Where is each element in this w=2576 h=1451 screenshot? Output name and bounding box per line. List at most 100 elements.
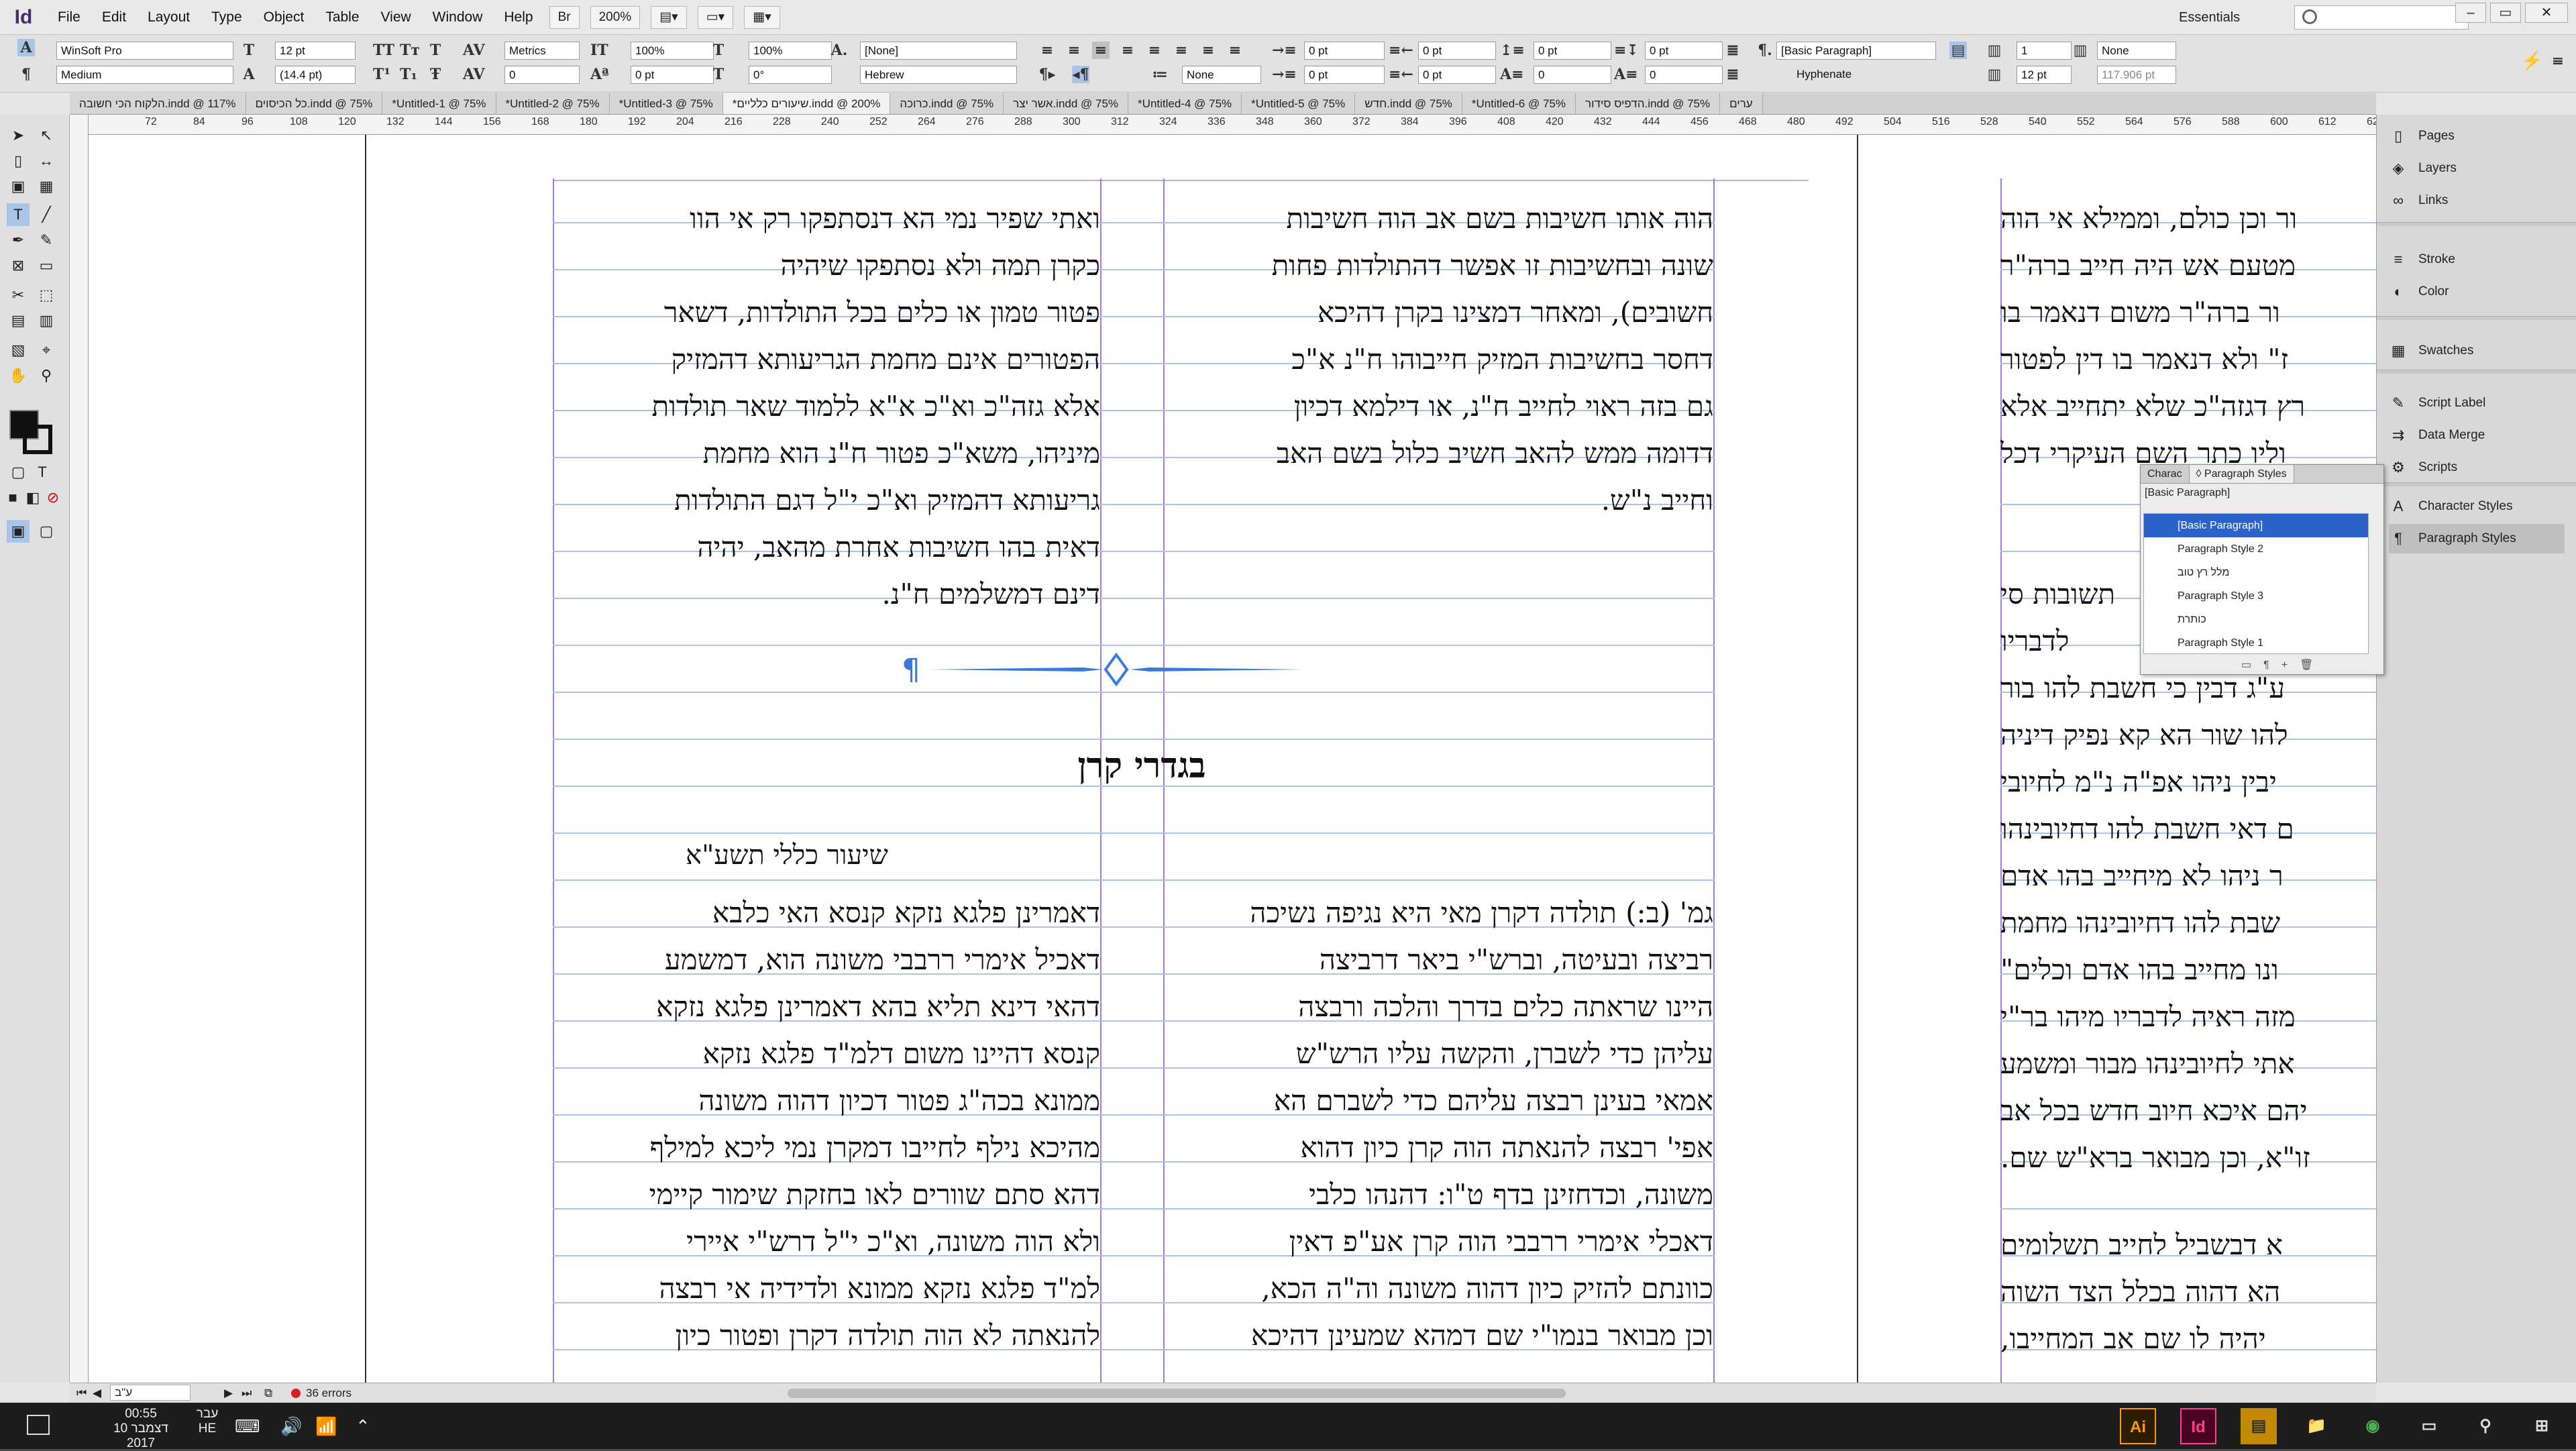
document-tab[interactable]: *שיעורים כלליים.indd @ 200% — [722, 93, 891, 114]
font-style-field[interactable]: Medium — [56, 66, 233, 84]
justify-left-icon[interactable]: ≡ — [1119, 42, 1136, 59]
document-tab[interactable]: *Untitled-4 @ 75% — [1128, 93, 1242, 114]
style-row[interactable]: מלל רץ טוב — [2144, 561, 2368, 584]
zoom-tool-icon[interactable]: ⚲ — [35, 364, 58, 387]
document-tab[interactable]: ערים — [1720, 93, 1763, 114]
gradient-feather-tool-icon[interactable]: ▥ — [35, 309, 58, 332]
file-explorer-icon[interactable]: 📁 — [2298, 1408, 2334, 1444]
align-right-icon[interactable]: ≡ — [1092, 42, 1110, 59]
style-row[interactable]: כותרת — [2144, 608, 2368, 631]
panel-separator[interactable] — [2377, 482, 2576, 486]
gutter-field[interactable]: 12 pt — [2017, 66, 2072, 84]
menu-view[interactable]: View — [370, 0, 422, 35]
normal-view-icon[interactable]: ▣ — [7, 520, 30, 543]
space-before-field[interactable]: 0 pt — [1534, 42, 1611, 60]
network-icon[interactable]: 📶 — [315, 1416, 337, 1437]
kerning-field[interactable]: Metrics — [504, 42, 580, 60]
character-mode-icon[interactable]: A — [17, 39, 35, 56]
first-page-icon[interactable]: ⏮ — [76, 1383, 87, 1403]
view-options-button[interactable]: ▤▾ — [651, 5, 687, 29]
menu-table[interactable]: Table — [315, 0, 370, 35]
pen-tool-icon[interactable]: ✒ — [7, 229, 30, 252]
justify-all-icon[interactable]: ≡ — [1199, 42, 1217, 59]
skew-field[interactable]: 0° — [749, 66, 832, 84]
app-icon[interactable]: ▤ — [2241, 1408, 2277, 1444]
direct-selection-tool-icon[interactable]: ↖ — [35, 124, 58, 147]
gap-tool-icon[interactable]: ↔ — [35, 150, 58, 172]
ltr-direction-icon[interactable]: ¶▸ — [1038, 66, 1056, 83]
align-left-icon[interactable]: ≡ — [1038, 42, 1056, 59]
paragraph-styles-panel[interactable]: Charac ◊ Paragraph Styles [Basic Paragra… — [2140, 464, 2384, 675]
document-tab[interactable]: אשר יצר.indd @ 75% — [1004, 93, 1129, 114]
screen-mode-button[interactable]: ▭▾ — [697, 5, 734, 29]
character-style-field[interactable]: [None] — [860, 42, 1017, 60]
document-tab[interactable]: *Untitled-1 @ 75% — [382, 93, 496, 114]
language-field[interactable]: Hebrew — [860, 66, 1017, 84]
apply-none-icon[interactable]: ⊘ — [42, 486, 64, 509]
panel-separator[interactable] — [2377, 222, 2576, 226]
type-tool-icon[interactable]: T — [7, 203, 30, 226]
panel-separator[interactable] — [2377, 370, 2576, 374]
font-family-field[interactable]: WinSoft Pro — [56, 42, 233, 60]
tray-expand-icon[interactable]: ⌃ — [356, 1416, 370, 1437]
content-collector-icon[interactable]: ▣ — [7, 175, 30, 198]
width-field[interactable]: 117.906 pt — [2097, 66, 2176, 84]
formatting-text-icon[interactable]: T — [31, 461, 54, 484]
illustrator-app-icon[interactable]: Ai — [2120, 1408, 2156, 1444]
preview-mode-icon[interactable]: ▢ — [35, 520, 58, 543]
vertical-scale-field[interactable]: 100% — [631, 42, 714, 60]
drop-cap-chars-field[interactable]: 0 — [1645, 66, 1723, 84]
keyboard-icon[interactable]: ⌨ — [235, 1416, 260, 1437]
menu-window[interactable]: Window — [422, 0, 494, 35]
panel-item-color[interactable]: ◐ Color — [2389, 277, 2449, 307]
next-page-icon[interactable]: ▶ — [224, 1383, 233, 1403]
hand-tool-icon[interactable]: ✋ — [7, 364, 30, 387]
right-column-top-text[interactable]: הוה אותו חשיבות בשם אב הוה חשיבות שונה ו… — [1163, 195, 1713, 524]
line-tool-icon[interactable]: ╱ — [35, 203, 58, 226]
chrome-icon[interactable]: ◉ — [2355, 1408, 2391, 1444]
selection-tool-icon[interactable]: ➤ — [7, 124, 30, 147]
lightning-icon[interactable]: ⚡ — [2521, 52, 2542, 70]
horizontal-scale-field[interactable]: 100% — [749, 42, 832, 60]
scissors-tool-icon[interactable]: ✂ — [7, 284, 30, 307]
panel-menu-icon[interactable]: ≡ — [2549, 52, 2567, 70]
gradient-swatch-tool-icon[interactable]: ▤ — [7, 309, 30, 332]
note-tool-icon[interactable]: ▧ — [7, 339, 30, 362]
leading-field[interactable]: (14.4 pt) — [275, 66, 356, 84]
document-tab[interactable]: *Untitled-6 @ 75% — [1462, 93, 1576, 114]
horizontal-scrollbar[interactable] — [788, 1389, 1566, 1398]
justify-right-icon[interactable]: ≡ — [1173, 42, 1190, 59]
rtl-direction-icon[interactable]: ◂¶ — [1072, 66, 1089, 83]
apply-color-icon[interactable]: ■ — [1, 486, 24, 509]
space-after-field[interactable]: 0 pt — [1645, 42, 1723, 60]
language-indicator[interactable]: עבר HE — [191, 1407, 224, 1436]
style-row[interactable]: Paragraph Style 3 — [2144, 584, 2368, 608]
menu-layout[interactable]: Layout — [137, 0, 201, 35]
panel-item-paragraph-styles[interactable]: ¶ Paragraph Styles — [2389, 524, 2565, 553]
left-column-top-text[interactable]: ואתי שפיר נמי הא דנסתפקו רק אי הוו כקרן … — [553, 195, 1100, 618]
horizontal-ruler[interactable]: 72 84 96 108 120 132 144 156 168 180 192 204 216 228 2… — [89, 115, 2376, 135]
drop-cap-lines-field[interactable]: 0 — [1534, 66, 1611, 84]
section-heading[interactable]: בגדרי קרן — [1001, 745, 1283, 786]
close-button[interactable]: ✕ — [2525, 3, 2568, 23]
open-page-icon[interactable]: ⧉ — [264, 1383, 272, 1403]
columns-field[interactable]: 1 — [2017, 42, 2072, 60]
last-line-indent-field[interactable]: 0 pt — [1418, 66, 1496, 84]
menu-help[interactable]: Help — [493, 0, 543, 35]
menu-edit[interactable]: Edit — [91, 0, 137, 35]
all-caps-icon[interactable]: TT — [373, 42, 394, 59]
font-size-field[interactable]: 12 pt — [275, 42, 356, 60]
panel-item-data-merge[interactable]: ⇉ Data Merge — [2389, 421, 2485, 450]
eyedropper-tool-icon[interactable]: ⌖ — [35, 339, 58, 362]
style-row[interactable]: [Basic Paragraph] — [2144, 514, 2368, 537]
free-transform-tool-icon[interactable]: ⬚ — [35, 284, 58, 307]
section-subheading[interactable]: שיעור כללי תשע"א — [553, 839, 888, 871]
arrange-documents-button[interactable]: ▦▾ — [744, 5, 780, 29]
task-view-icon[interactable]: ▭ — [2411, 1408, 2447, 1444]
panel-item-script-label[interactable]: ✎ Script Label — [2389, 388, 2486, 418]
page-number-field[interactable]: ע"ב — [110, 1385, 191, 1401]
subscript-icon[interactable]: T₁ — [400, 66, 417, 83]
menu-type[interactable]: Type — [201, 0, 253, 35]
formatting-container-icon[interactable]: ▢ — [7, 461, 30, 484]
tab-character-styles[interactable]: Charac — [2141, 465, 2190, 483]
